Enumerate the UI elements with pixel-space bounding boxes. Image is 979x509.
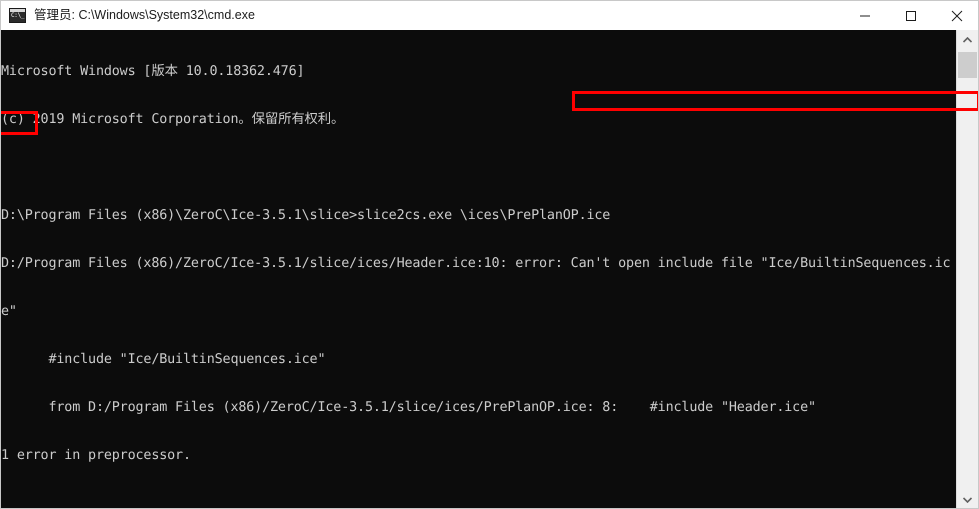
minimize-button[interactable]: [842, 1, 888, 30]
console-output-area[interactable]: Microsoft Windows [版本 10.0.18362.476] (c…: [1, 30, 978, 508]
console-line: D:/Program Files (x86)/ZeroC/Ice-3.5.1/s…: [1, 256, 951, 271]
close-icon: [951, 10, 963, 21]
maximize-button[interactable]: [888, 1, 934, 30]
window-title: 管理员: C:\Windows\System32\cmd.exe: [34, 8, 255, 22]
console-text: Microsoft Windows [版本 10.0.18362.476] (c…: [1, 32, 956, 508]
scrollbar-thumb[interactable]: [958, 52, 977, 78]
console-line: e": [1, 304, 17, 319]
console-line: from D:/Program Files (x86)/ZeroC/Ice-3.…: [1, 400, 816, 415]
console-icon: C:\_: [9, 8, 26, 23]
maximize-icon: [906, 10, 916, 21]
console-line: (c) 2019 Microsoft Corporation。保留所有权利。: [1, 112, 345, 127]
console-line: D:\Program Files (x86)\ZeroC\Ice-3.5.1\s…: [1, 208, 611, 223]
titlebar[interactable]: C:\_ 管理员: C:\Windows\System32\cmd.exe: [1, 1, 978, 30]
minimize-icon: [860, 15, 870, 16]
console-icon-glyph: C:\_: [11, 12, 25, 19]
console-line: Microsoft Windows [版本 10.0.18362.476]: [1, 64, 305, 79]
vertical-scrollbar[interactable]: [956, 30, 978, 508]
console-line: #include "Ice/BuiltinSequences.ice": [1, 352, 326, 367]
console-line: 1 error in preprocessor.: [1, 448, 191, 463]
chevron-up-icon: [963, 36, 972, 43]
close-button[interactable]: [934, 1, 978, 30]
scroll-down-button[interactable]: [957, 490, 978, 508]
cmd-window: C:\_ 管理员: C:\Windows\System32\cmd.exe Mi…: [0, 0, 979, 509]
scroll-up-button[interactable]: [957, 30, 978, 49]
chevron-down-icon: [963, 496, 972, 503]
